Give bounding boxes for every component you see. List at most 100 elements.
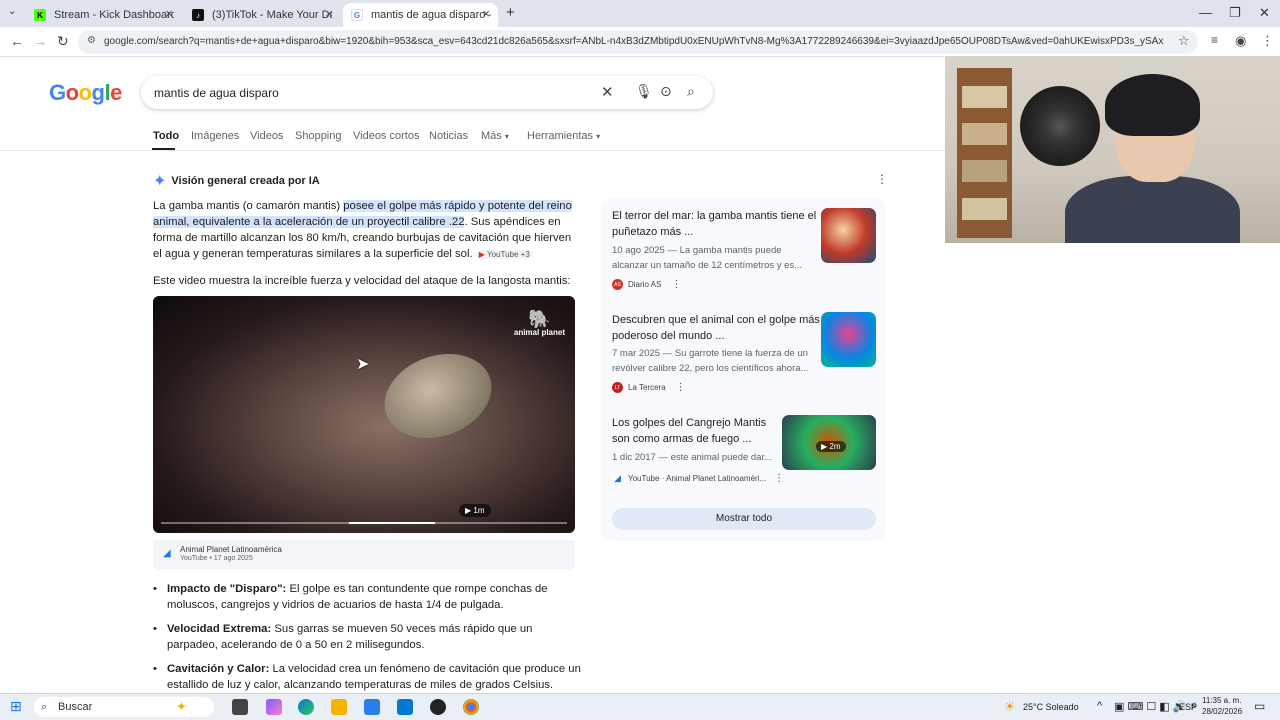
more-options-icon[interactable]: ⋮ bbox=[876, 172, 888, 186]
more-options-icon[interactable]: ⋮ bbox=[774, 473, 784, 484]
minimize-icon[interactable]: — bbox=[1199, 5, 1212, 20]
shelf-books bbox=[962, 160, 1007, 182]
ai-paragraph-2: Este video muestra la increíble fuerza y… bbox=[153, 275, 571, 287]
taskbar: ⊞ ⌕ Buscar ✦ ☀ 25°C Soleado ^ ▣ ⌨ ☐ ◧ 🔊 … bbox=[0, 693, 1280, 720]
source-title[interactable]: Descubren que el animal con el golpe más… bbox=[612, 312, 822, 344]
address-bar[interactable]: ⚙ google.com/search?q=mantis+de+agua+dis… bbox=[78, 30, 1198, 54]
tab-mas[interactable]: Más ▾ bbox=[481, 130, 509, 142]
tab-videos[interactable]: Videos bbox=[250, 130, 283, 142]
obs-icon[interactable] bbox=[430, 699, 446, 715]
ai-overview-heading: ✦ Visión general creada por IA bbox=[153, 171, 320, 191]
forward-icon[interactable]: → bbox=[33, 33, 47, 49]
menu-icon[interactable]: ⋮ bbox=[1261, 33, 1274, 49]
file-explorer-icon[interactable] bbox=[331, 699, 347, 715]
bullet-list: Impacto de "Disparo": El golpe es tan co… bbox=[153, 581, 583, 701]
tab-todo[interactable]: Todo bbox=[153, 130, 179, 142]
task-view-icon[interactable] bbox=[232, 699, 248, 715]
weather-text[interactable]: 25°C Soleado bbox=[1023, 702, 1079, 712]
lens-camera-icon[interactable]: ⊙ bbox=[660, 83, 672, 100]
ai-overview-title: Visión general creada por IA bbox=[171, 175, 320, 187]
clock-time[interactable]: 11:35 a. m. bbox=[1202, 696, 1241, 705]
browser-tab-strip: ⌄ K Stream - Kick Dashboard × ♪ (3)TikTo… bbox=[0, 0, 1280, 27]
new-tab-button[interactable]: + bbox=[506, 4, 515, 21]
more-options-icon[interactable]: ⋮ bbox=[676, 382, 686, 393]
tab-herramientas[interactable]: Herramientas ▾ bbox=[527, 130, 600, 142]
windows-start-icon[interactable]: ⊞ bbox=[10, 698, 22, 715]
weather-icon: ☀ bbox=[1004, 699, 1016, 714]
search-icon: ⌕ bbox=[41, 701, 48, 713]
tiktok-icon: ♪ bbox=[192, 9, 204, 21]
tab-tiktok[interactable]: ♪ (3)TikTok - Make Your Day × bbox=[184, 3, 341, 27]
chevron-down-icon: ▾ bbox=[596, 132, 601, 141]
show-all-button[interactable]: Mostrar todo bbox=[612, 508, 876, 530]
source-site[interactable]: ◢ YouTube · Animal Planet Latinoaméri... ⋮ bbox=[612, 473, 784, 484]
google-icon: G bbox=[351, 9, 363, 21]
back-icon[interactable]: ← bbox=[10, 33, 24, 49]
bullet-term: Velocidad Extrema: bbox=[167, 623, 272, 635]
tab-title: mantis de agua disparo - Busca bbox=[371, 9, 491, 21]
video-player[interactable]: 🐘 animal planet ▶ 1m bbox=[153, 296, 575, 533]
store-icon[interactable] bbox=[364, 699, 380, 715]
close-icon[interactable]: × bbox=[482, 6, 490, 21]
tabs-divider bbox=[0, 150, 945, 151]
close-icon[interactable]: × bbox=[165, 6, 173, 21]
tab-kick[interactable]: K Stream - Kick Dashboard × bbox=[26, 3, 181, 27]
tab-noticias[interactable]: Noticias bbox=[429, 130, 468, 142]
duration-text: 1m bbox=[473, 506, 485, 515]
source-title[interactable]: El terror del mar: la gamba mantis tiene… bbox=[612, 208, 817, 240]
site-name: La Tercera bbox=[628, 383, 666, 392]
search-icon[interactable]: ⌕ bbox=[687, 83, 695, 100]
duration-text: 2m bbox=[829, 442, 841, 451]
tab-imagenes[interactable]: Imágenes bbox=[191, 130, 239, 142]
youtube-icon: ▶ bbox=[478, 250, 485, 259]
source-thumbnail[interactable] bbox=[821, 312, 876, 367]
restore-icon[interactable]: ❐ bbox=[1229, 5, 1241, 21]
copilot-icon[interactable] bbox=[266, 699, 282, 715]
duration-badge: ▶ 2m bbox=[816, 441, 846, 452]
chrome-icon[interactable] bbox=[463, 699, 479, 715]
more-options-icon[interactable]: ⋮ bbox=[671, 279, 681, 290]
video-source[interactable]: ◢ Animal Planet Latinoamérica YouTube • … bbox=[153, 540, 575, 570]
source-snippet: 1 dic 2017 — este animal puede dar... bbox=[612, 452, 773, 463]
person-body bbox=[1065, 176, 1240, 243]
close-icon[interactable]: × bbox=[325, 6, 333, 21]
bookshelf bbox=[957, 68, 1012, 238]
reload-icon[interactable]: ↻ bbox=[57, 33, 69, 50]
microphone-icon[interactable]: 🎙 bbox=[635, 83, 653, 100]
close-window-icon[interactable]: ✕ bbox=[1259, 5, 1270, 21]
browser-toolbar: ← → ↻ ⚙ google.com/search?q=mantis+de+ag… bbox=[0, 27, 1280, 57]
mouse-cursor-icon: ➤ bbox=[356, 356, 370, 373]
source-site[interactable]: LT La Tercera ⋮ bbox=[612, 382, 686, 393]
clear-icon[interactable]: ✕ bbox=[601, 83, 614, 101]
source-title[interactable]: Los golpes del Cangrejo Mantis son como … bbox=[612, 415, 777, 447]
search-box[interactable]: mantis de agua disparo ✕ 🎙 ⊙ ⌕ bbox=[141, 76, 713, 109]
profile-icon[interactable]: ◉ bbox=[1235, 33, 1246, 49]
bookmark-star-icon[interactable]: ☆ bbox=[1178, 33, 1190, 49]
taskbar-search[interactable]: ⌕ Buscar ✦ bbox=[34, 697, 214, 717]
tab-videos-cortos[interactable]: Videos cortos bbox=[353, 130, 419, 142]
edge-icon[interactable] bbox=[298, 699, 314, 715]
video-thumbnail[interactable]: ▶ 2m bbox=[782, 415, 876, 470]
tray-chevron-icon[interactable]: ^ bbox=[1097, 700, 1102, 712]
search-input[interactable]: mantis de agua disparo bbox=[154, 86, 279, 100]
source-chip[interactable]: ▶ YouTube +3 bbox=[475, 250, 533, 259]
shelf-books bbox=[962, 198, 1007, 220]
tab-google-search[interactable]: G mantis de agua disparo - Busca × bbox=[343, 3, 498, 27]
progress-fill bbox=[349, 522, 436, 524]
url-text: google.com/search?q=mantis+de+agua+dispa… bbox=[104, 36, 1164, 47]
site-info-icon[interactable]: ⚙ bbox=[87, 35, 96, 46]
video-frame bbox=[372, 339, 504, 453]
reading-list-icon[interactable]: ≡ bbox=[1211, 33, 1218, 47]
video-meta: YouTube • 17 ago 2025 bbox=[180, 555, 253, 562]
mail-icon[interactable] bbox=[397, 699, 413, 715]
taskbar-search-label: Buscar bbox=[58, 701, 93, 713]
source-thumbnail[interactable] bbox=[821, 208, 876, 263]
tab-shopping[interactable]: Shopping bbox=[295, 130, 342, 142]
language-indicator[interactable]: ESP bbox=[1179, 702, 1197, 712]
notification-icon[interactable]: ▭ bbox=[1254, 699, 1265, 713]
fan bbox=[1020, 86, 1100, 166]
google-logo[interactable]: Google bbox=[49, 80, 122, 106]
source-site[interactable]: AS Diario AS ⋮ bbox=[612, 279, 681, 290]
clock-date[interactable]: 28/02/2026 bbox=[1202, 707, 1242, 716]
tab-search-icon[interactable]: ⌄ bbox=[8, 6, 16, 17]
